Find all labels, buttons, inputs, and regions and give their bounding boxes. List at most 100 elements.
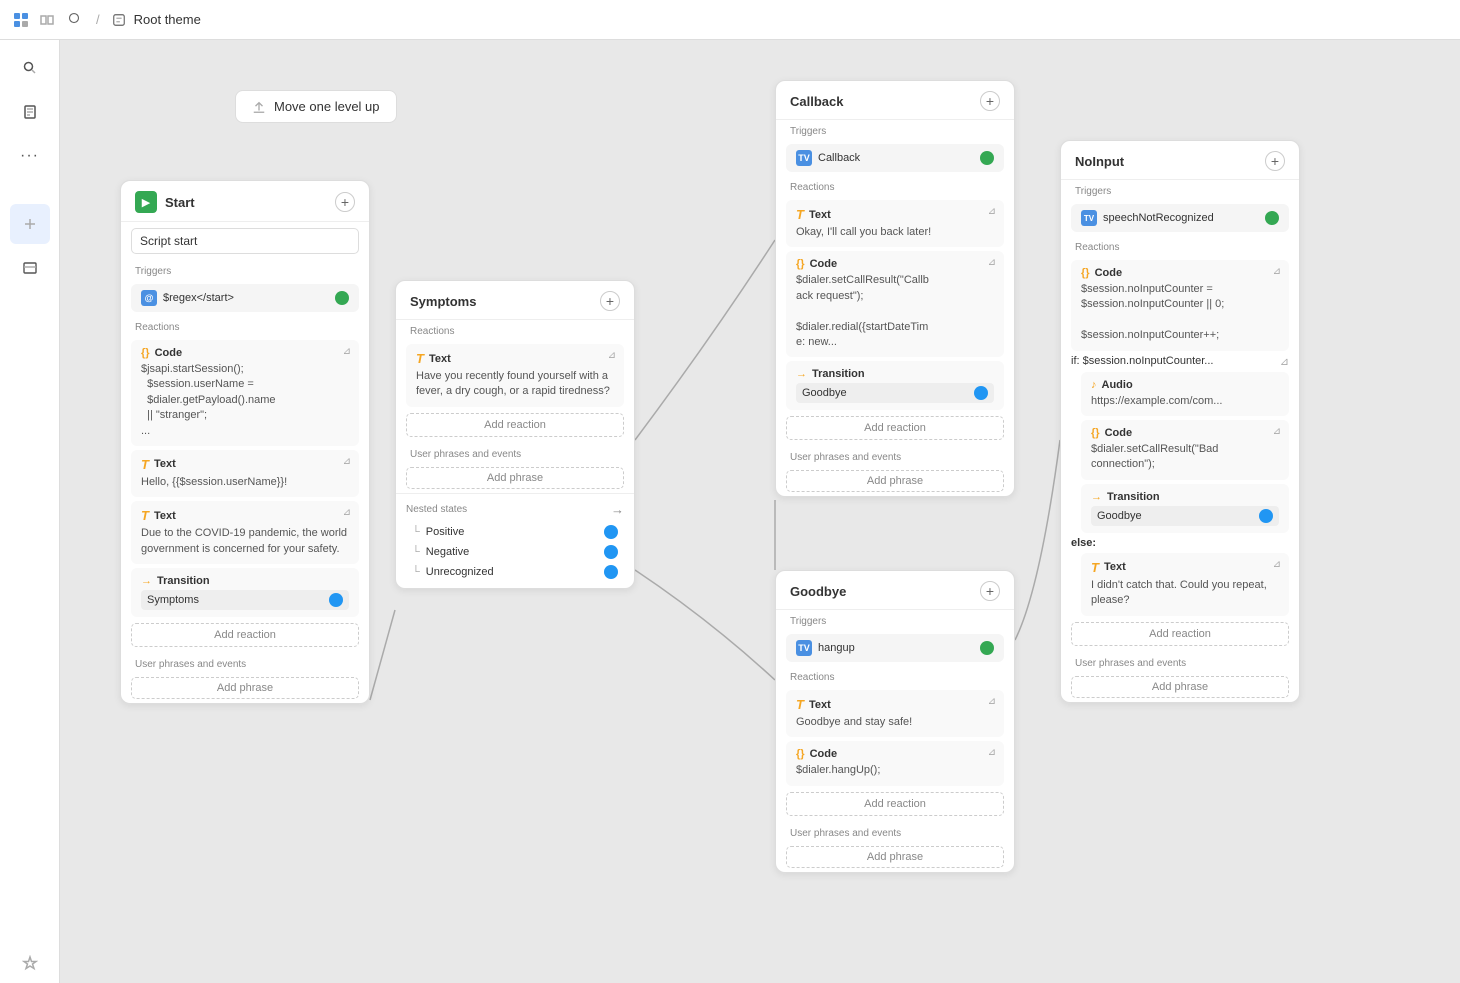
noinput-r3-type: Code	[1105, 427, 1133, 439]
noinput-r3-expand[interactable]: ⊿	[1273, 426, 1281, 437]
start-trigger: @ $regex</start>	[131, 284, 359, 312]
app-icon2	[38, 11, 56, 29]
panel-button[interactable]	[10, 248, 50, 288]
noinput-add-btn[interactable]: +	[1265, 151, 1285, 171]
callback-add-btn[interactable]: +	[980, 91, 1000, 111]
goodbye-triggers-label: Triggers	[776, 610, 1014, 630]
start-r1-expand[interactable]: ⊿	[343, 346, 351, 357]
start-add-phrase[interactable]: Add phrase	[131, 677, 359, 699]
goodbye-trigger: TV hangup	[786, 634, 1004, 662]
symptoms-header: Symptoms +	[396, 281, 634, 320]
goodbye-r2-body: $dialer.hangUp();	[796, 763, 994, 778]
start-trigger-text: $regex</start>	[163, 292, 234, 304]
left-toolbar: ···	[0, 40, 60, 983]
callback-card: Callback + Triggers TV Callback Reaction…	[775, 80, 1015, 497]
document-button[interactable]	[10, 92, 50, 132]
symptoms-add-reaction[interactable]: Add reaction	[406, 413, 624, 437]
start-user-phrases-label: User phrases and events	[121, 653, 369, 673]
noinput-r1-body: $session.noInputCounter =$session.noInpu…	[1081, 282, 1279, 344]
start-r2-type: Text	[154, 458, 176, 470]
symptoms-negative-dot[interactable]	[604, 545, 618, 559]
callback-reaction3: → Transition Goodbye	[786, 361, 1004, 410]
goodbye-add-reaction[interactable]: Add reaction	[786, 792, 1004, 816]
callback-r3-dot[interactable]	[974, 386, 988, 400]
start-r2-expand[interactable]: ⊿	[343, 456, 351, 467]
noinput-add-phrase[interactable]: Add phrase	[1071, 676, 1289, 698]
noinput-trigger-dot[interactable]	[1265, 211, 1279, 225]
callback-r1-expand[interactable]: ⊿	[988, 206, 996, 217]
noinput-header: NoInput +	[1061, 141, 1299, 180]
callback-add-phrase[interactable]: Add phrase	[786, 470, 1004, 492]
callback-r3-arrow: →	[796, 368, 807, 380]
goodbye-reaction1: T Text Goodbye and stay safe! ⊿	[786, 690, 1004, 737]
start-add-reaction[interactable]: Add reaction	[131, 623, 359, 647]
breadcrumb-separator	[68, 12, 80, 27]
symptoms-add-phrase[interactable]: Add phrase	[406, 467, 624, 489]
script-start-input[interactable]	[131, 228, 359, 254]
start-r3-expand[interactable]: ⊿	[343, 507, 351, 518]
noinput-reaction3: {} Code $dialer.setCallResult("Bad conne…	[1081, 420, 1289, 480]
start-r4-type: Transition	[157, 575, 210, 587]
callback-r2-body: $dialer.setCallResult("Callback request"…	[796, 273, 994, 350]
symptoms-negative-label: Negative	[426, 546, 469, 558]
more-button[interactable]: ···	[10, 136, 50, 176]
add-button[interactable]	[10, 204, 50, 244]
goodbye-reaction2: {} Code $dialer.hangUp(); ⊿	[786, 741, 1004, 785]
symptoms-add-btn[interactable]: +	[600, 291, 620, 311]
breadcrumb-slash: /	[96, 12, 100, 27]
callback-reaction1: T Text Okay, I'll call you back later! ⊿	[786, 200, 1004, 247]
callback-r1-icon: T	[796, 207, 804, 222]
start-trigger-icon: @	[141, 290, 157, 306]
symptoms-r1-expand[interactable]: ⊿	[608, 350, 616, 361]
start-r1-body: $jsapi.startSession(); $session.userName…	[141, 362, 349, 439]
goodbye-r2-icon: {}	[796, 748, 805, 760]
start-trigger-dot[interactable]	[335, 291, 349, 305]
noinput-reaction4: → Transition Goodbye	[1081, 484, 1289, 533]
canvas: Move one level up ▶ Start + Triggers @ $…	[60, 40, 1460, 983]
move-up-button[interactable]: Move one level up	[235, 90, 397, 123]
noinput-card: NoInput + Triggers TV speechNotRecognize…	[1060, 140, 1300, 703]
goodbye-trigger-dot[interactable]	[980, 641, 994, 655]
noinput-r4-dest: Goodbye	[1091, 506, 1279, 526]
noinput-triggers-label: Triggers	[1061, 180, 1299, 200]
goodbye-trigger-text: hangup	[818, 642, 855, 654]
noinput-r1-expand[interactable]: ⊿	[1273, 266, 1281, 277]
goodbye-r1-expand[interactable]: ⊿	[988, 696, 996, 707]
callback-r2-expand[interactable]: ⊿	[988, 257, 996, 268]
symptoms-nested-goto[interactable]: →	[611, 502, 624, 517]
ai-button[interactable]	[10, 943, 50, 983]
goodbye-r2-expand[interactable]: ⊿	[988, 747, 996, 758]
search-button[interactable]	[10, 48, 50, 88]
callback-trigger: TV Callback	[786, 144, 1004, 172]
start-r4-dot[interactable]	[329, 593, 343, 607]
goodbye-add-phrase[interactable]: Add phrase	[786, 846, 1004, 868]
start-add-btn[interactable]: +	[335, 192, 355, 212]
goodbye-r1-body: Goodbye and stay safe!	[796, 715, 994, 730]
start-r1-type-label: Code	[155, 347, 183, 359]
noinput-r5-expand[interactable]: ⊿	[1273, 559, 1281, 570]
goodbye-reactions-label: Reactions	[776, 666, 1014, 686]
symptoms-nested-unrecognized: └ Unrecognized	[406, 562, 624, 582]
noinput-r2-body: https://example.com/com...	[1091, 394, 1279, 409]
symptoms-r1-icon: T	[416, 351, 424, 366]
noinput-add-reaction[interactable]: Add reaction	[1071, 622, 1289, 646]
callback-add-reaction[interactable]: Add reaction	[786, 416, 1004, 440]
symptoms-card: Symptoms + Reactions T Text Have you rec…	[395, 280, 635, 589]
noinput-if-expand[interactable]: ⊿	[1280, 355, 1289, 368]
noinput-r4-dot[interactable]	[1259, 509, 1273, 523]
noinput-r4-arrow: →	[1091, 491, 1102, 503]
symptoms-positive-dot[interactable]	[604, 525, 618, 539]
noinput-reaction5: T Text I didn't catch that. Could you re…	[1081, 553, 1289, 616]
start-reaction4: → Transition Symptoms	[131, 568, 359, 617]
symptoms-reactions-label: Reactions	[396, 320, 634, 340]
start-r3-icon: T	[141, 508, 149, 523]
start-r4-arrow: →	[141, 575, 152, 587]
callback-trigger-dot[interactable]	[980, 151, 994, 165]
move-up-label: Move one level up	[274, 99, 380, 114]
goodbye-add-btn[interactable]: +	[980, 581, 1000, 601]
symptoms-positive-label: Positive	[426, 526, 465, 538]
symptoms-unrecognized-dot[interactable]	[604, 565, 618, 579]
symptoms-unrecognized-label: Unrecognized	[426, 566, 494, 578]
callback-trigger-icon: TV	[796, 150, 812, 166]
noinput-trigger: TV speechNotRecognized	[1071, 204, 1289, 232]
